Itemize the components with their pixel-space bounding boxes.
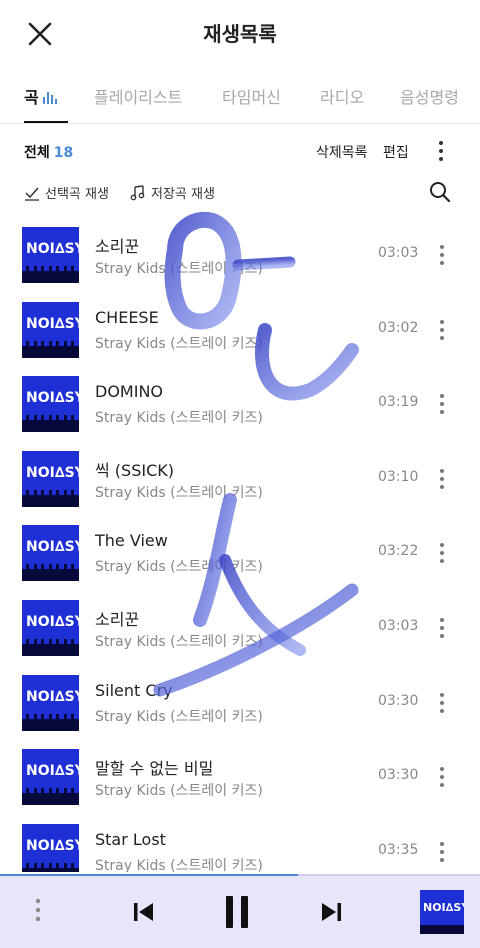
tab-radio[interactable]: 라디오: [320, 84, 364, 108]
album-art-text: NOI∆SY: [26, 390, 79, 407]
album-art[interactable]: NOI∆SY: [22, 674, 79, 731]
song-title: 소리꾼: [95, 237, 140, 256]
header: 재생목록: [0, 0, 480, 66]
song-more-options-icon[interactable]: [432, 765, 452, 789]
song-more-options-icon[interactable]: [432, 392, 452, 416]
song-duration: 03:22: [378, 543, 419, 560]
album-art[interactable]: NOI∆SY: [22, 823, 79, 872]
album-art-text: NOI∆SY: [26, 539, 79, 556]
total-count-value: 18: [53, 145, 74, 161]
song-duration: 03:02: [378, 319, 419, 336]
pause-icon[interactable]: [222, 894, 252, 930]
previous-icon[interactable]: [131, 900, 155, 924]
active-tab-indicator: [24, 121, 68, 123]
song-artist: Stray Kids (스트레이 키즈): [95, 484, 263, 501]
song-more-options-icon[interactable]: [432, 840, 452, 864]
song-row[interactable]: NOI∆SY The View Stray Kids (스트레이 키즈) 03:…: [0, 516, 480, 590]
album-art[interactable]: NOI∆SY: [22, 301, 79, 358]
song-duration: 03:30: [378, 692, 419, 709]
play-saved-button[interactable]: 저장곡 재생: [130, 183, 215, 202]
album-art-text: NOI∆SY: [26, 241, 79, 257]
song-row[interactable]: NOI∆SY 소리꾼 Stray Kids (스트레이 키즈) 03:03: [0, 591, 480, 665]
song-title: Star Lost: [95, 829, 166, 849]
search-icon[interactable]: [428, 180, 452, 204]
song-row[interactable]: NOI∆SY DOMINO Stray Kids (스트레이 키즈) 03:19: [0, 367, 480, 441]
song-duration: 03:03: [378, 618, 419, 634]
song-title: Silent Cry: [95, 680, 173, 700]
total-label: 전체: [24, 145, 50, 161]
song-artist: Stray Kids (스트레이 키즈): [95, 559, 263, 576]
album-art-text: NOI∆SY: [26, 837, 79, 854]
album-art[interactable]: NOI∆SY: [22, 227, 79, 283]
total-count: 전체 18: [24, 142, 73, 162]
song-row[interactable]: NOI∆SY 소리꾼 Stray Kids (스트레이 키즈) 03:03: [0, 218, 480, 292]
song-duration: 03:19: [378, 394, 419, 411]
equalizer-icon: [42, 92, 57, 104]
tab-playlist[interactable]: 플레이리스트: [94, 84, 182, 108]
album-art[interactable]: NOI∆SY: [22, 376, 79, 433]
song-more-options-icon[interactable]: [432, 243, 452, 267]
song-title: 소리꾼: [95, 610, 140, 629]
progress-fill: [0, 874, 298, 876]
tab-bar: 곡 플레이리스트 타임머신 라디오 음성명령: [0, 78, 480, 124]
song-row[interactable]: NOI∆SY 말할 수 없는 비밀 Stray Kids (스트레이 키즈) 0…: [0, 740, 480, 814]
album-art[interactable]: NOI∆SY: [22, 749, 79, 806]
play-saved-label: 저장곡 재생: [151, 187, 215, 202]
list-toolbar: 전체 18 삭제목록 편집: [0, 138, 480, 166]
tab-songs[interactable]: 곡: [24, 84, 57, 108]
more-options-icon[interactable]: [431, 139, 451, 163]
album-art-text: NOI∆SY: [26, 614, 79, 630]
song-title: DOMINO: [95, 382, 163, 402]
song-more-options-icon[interactable]: [432, 467, 452, 491]
deleted-list-button[interactable]: 삭제목록: [316, 142, 368, 162]
album-art[interactable]: NOI∆SY: [22, 525, 79, 582]
song-duration: 03:10: [378, 468, 419, 485]
album-art-text: NOI∆SY: [26, 688, 79, 705]
tab-songs-label: 곡: [24, 88, 39, 107]
song-artist: Stray Kids (스트레이 키즈): [95, 857, 263, 872]
song-artist: Stray Kids (스트레이 키즈): [95, 783, 263, 800]
song-list: NOI∆SY 소리꾼 Stray Kids (스트레이 키즈) 03:03 NO…: [0, 218, 480, 872]
song-artist: Stray Kids (스트레이 키즈): [95, 410, 263, 427]
song-more-options-icon[interactable]: [432, 616, 452, 640]
song-more-options-icon[interactable]: [432, 541, 452, 565]
song-duration: 03:30: [378, 767, 419, 784]
song-artist: Stray Kids (스트레이 키즈): [95, 708, 263, 725]
now-playing-album-text: NOI∆SY: [423, 901, 464, 914]
play-actions: 선택곡 재생 저장곡 재생: [0, 180, 480, 206]
song-row[interactable]: NOI∆SY Star Lost Stray Kids (스트레이 키즈) 03…: [0, 815, 480, 872]
album-art[interactable]: NOI∆SY: [22, 600, 79, 656]
album-art[interactable]: NOI∆SY: [22, 450, 79, 507]
song-row[interactable]: NOI∆SY 씩 (SSICK) Stray Kids (스트레이 키즈) 03…: [0, 442, 480, 516]
song-more-options-icon[interactable]: [432, 318, 452, 342]
mini-player: NOI∆SY: [0, 874, 480, 948]
song-title: 씩 (SSICK): [95, 460, 174, 480]
progress-bar[interactable]: [0, 874, 480, 876]
song-row[interactable]: NOI∆SY CHEESE Stray Kids (스트레이 키즈) 03:02: [0, 293, 480, 367]
song-title: CHEESE: [95, 307, 159, 327]
song-title: 말할 수 없는 비밀: [95, 759, 214, 779]
edit-button[interactable]: 편집: [383, 142, 409, 162]
song-title: The View: [95, 531, 168, 551]
page-title: 재생목록: [203, 22, 277, 46]
song-artist: Stray Kids (스트레이 키즈): [95, 335, 263, 352]
album-art-text: NOI∆SY: [26, 763, 79, 780]
song-duration: 03:35: [378, 841, 419, 858]
play-selected-button[interactable]: 선택곡 재생: [24, 183, 109, 202]
song-artist: Stray Kids (스트레이 키즈): [95, 261, 263, 277]
player-menu-icon[interactable]: [28, 896, 48, 926]
song-row[interactable]: NOI∆SY Silent Cry Stray Kids (스트레이 키즈) 0…: [0, 666, 480, 740]
tab-timemachine[interactable]: 타임머신: [222, 84, 281, 108]
check-icon: [25, 187, 39, 201]
album-art-text: NOI∆SY: [26, 315, 79, 332]
next-icon[interactable]: [320, 900, 344, 924]
song-more-options-icon[interactable]: [432, 691, 452, 715]
album-art-text: NOI∆SY: [26, 464, 79, 481]
song-duration: 03:03: [378, 245, 419, 261]
now-playing-album-art[interactable]: NOI∆SY: [420, 890, 464, 934]
tab-voice-command[interactable]: 음성명령: [400, 84, 459, 108]
song-artist: Stray Kids (스트레이 키즈): [95, 634, 263, 650]
play-selected-label: 선택곡 재생: [45, 187, 109, 202]
music-note-icon: [130, 184, 145, 200]
